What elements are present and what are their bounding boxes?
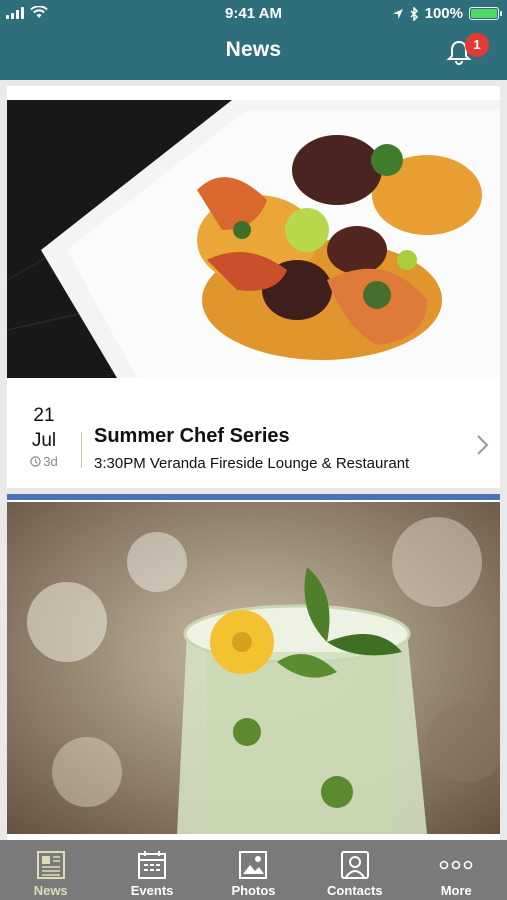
post-age: 3d — [7, 454, 81, 469]
bluetooth-icon — [410, 6, 418, 21]
tab-events[interactable]: Events — [107, 847, 197, 900]
event-title[interactable]: Summer Chef Series — [94, 425, 290, 448]
status-bar: 9:41 AM 100% — [0, 0, 507, 28]
tab-more[interactable]: More — [411, 847, 501, 900]
event-subtitle: 3:30PM Veranda Fireside Lounge & Restaur… — [94, 455, 410, 472]
tab-bar: News Events Photos Contacts More — [0, 840, 507, 900]
tab-photos[interactable]: Photos — [208, 847, 298, 900]
battery-percent: 100% — [424, 5, 463, 22]
tab-label: Contacts — [327, 883, 383, 898]
news-feed[interactable]: 21 Jul 3d Summer Chef Series 3:30PM Vera… — [0, 80, 507, 840]
news-card-info[interactable]: 21 Jul 3d Summer Chef Series 3:30PM Vera… — [7, 378, 500, 488]
news-card[interactable] — [7, 494, 500, 840]
contact-card-icon — [340, 851, 369, 879]
chevron-right-icon[interactable] — [476, 434, 490, 456]
battery-level — [471, 9, 497, 18]
tab-label: Photos — [231, 883, 276, 898]
clock-icon — [30, 456, 41, 467]
photo-icon — [239, 851, 268, 879]
app-header: 9:41 AM 100% News 1 — [0, 0, 507, 80]
news-card[interactable]: 21 Jul 3d Summer Chef Series 3:30PM Vera… — [7, 86, 500, 488]
battery-icon — [469, 7, 502, 20]
cocktail-with-flower-photo[interactable] — [7, 502, 500, 834]
event-date: 21 Jul 3d — [7, 404, 81, 469]
post-age-text: 3d — [43, 454, 58, 469]
calendar-icon — [138, 851, 167, 879]
event-day: 21 — [33, 405, 55, 426]
tab-label: News — [33, 883, 68, 898]
tab-label: More — [440, 883, 472, 898]
tab-contacts[interactable]: Contacts — [310, 847, 400, 900]
divider — [81, 432, 82, 468]
tab-news[interactable]: News — [6, 847, 96, 900]
notification-badge[interactable]: 1 — [465, 33, 489, 57]
plated-shrimp-risotto-photo[interactable] — [7, 100, 500, 378]
page-title: News — [225, 38, 282, 61]
more-dots-icon — [439, 860, 473, 870]
event-month: Jul — [31, 430, 57, 451]
tab-label: Events — [130, 883, 174, 898]
newspaper-icon — [36, 851, 65, 879]
location-arrow-icon — [392, 8, 403, 19]
